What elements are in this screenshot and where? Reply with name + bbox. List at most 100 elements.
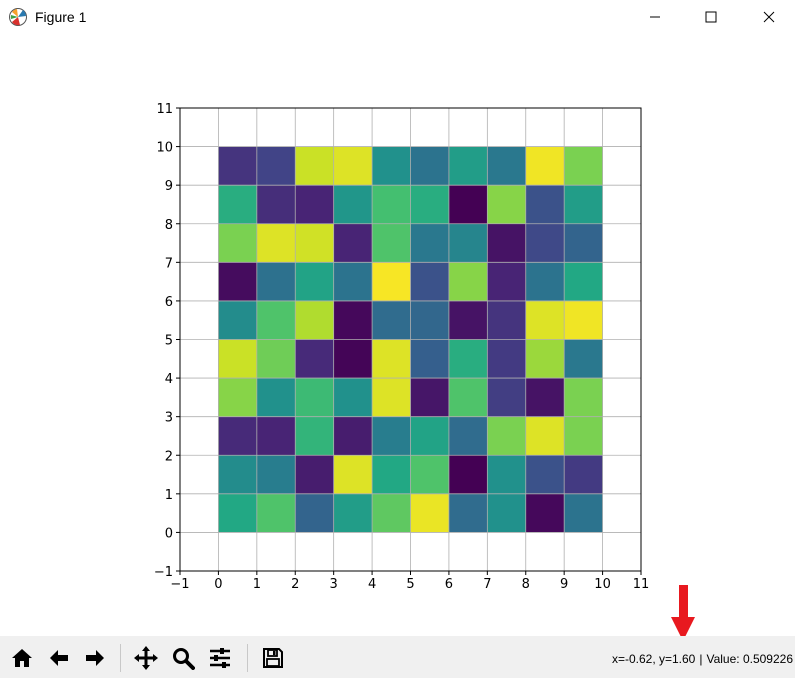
heatmap-cell xyxy=(256,493,296,533)
heatmap-cell xyxy=(564,493,603,533)
home-button[interactable] xyxy=(6,642,38,674)
heatmap-cell xyxy=(372,185,411,224)
save-button[interactable] xyxy=(257,642,289,674)
close-button[interactable] xyxy=(746,0,792,34)
heatmap-cell xyxy=(256,262,296,301)
heatmap-cell xyxy=(487,493,526,533)
heatmap-cell xyxy=(372,493,411,533)
heatmap-cell xyxy=(448,455,488,494)
heatmap-cell xyxy=(564,223,603,263)
y-tick-label: 10 xyxy=(156,141,173,156)
x-tick-label: 4 xyxy=(368,577,376,592)
heatmap-cell xyxy=(410,416,449,456)
heatmap-cell xyxy=(333,223,373,263)
heatmap-cell xyxy=(448,300,488,340)
heatmap-cell xyxy=(256,300,296,340)
heatmap-cell xyxy=(372,416,411,456)
heatmap-chart[interactable]: −1 0 1 2 3 4 5 6 7 8 9 10 11 −1 0 1 2 3 4 5 6 7 8 9 10 11 xyxy=(0,34,795,636)
heatmap-cell xyxy=(487,339,526,379)
heatmap-cell xyxy=(295,378,334,417)
y-tick-label: 0 xyxy=(165,526,173,541)
heatmap-cell xyxy=(295,262,334,301)
heatmap-cell xyxy=(410,378,449,417)
heatmap-cell xyxy=(448,262,488,301)
heatmap-cell xyxy=(256,416,296,456)
heatmap-cell xyxy=(410,455,449,494)
heatmap-cell xyxy=(564,416,603,456)
x-tick-label: 11 xyxy=(633,577,650,592)
heatmap-cell xyxy=(448,146,488,186)
heatmap-cell xyxy=(218,493,257,533)
heatmap-cell xyxy=(525,493,565,533)
configure-subplots-icon xyxy=(210,648,230,668)
matplotlib-icon xyxy=(9,8,27,26)
y-tick-label: 5 xyxy=(165,334,173,349)
heatmap-cell xyxy=(487,455,526,494)
heatmap-cell xyxy=(525,262,565,301)
heatmap-cell xyxy=(410,300,449,340)
heatmap-cell xyxy=(525,223,565,263)
y-tick-label: 7 xyxy=(165,256,173,271)
x-tick-label: 6 xyxy=(445,577,453,592)
heatmap-cell xyxy=(410,146,449,186)
heatmap-cell xyxy=(525,416,565,456)
heatmap-cell xyxy=(218,416,257,456)
maximize-button[interactable] xyxy=(688,0,734,34)
maximize-icon xyxy=(705,11,717,23)
pan-button[interactable] xyxy=(130,642,162,674)
red-arrow-annotation xyxy=(671,585,695,641)
x-tick-label: 0 xyxy=(214,577,222,592)
heatmap-cell xyxy=(564,455,603,494)
navigation-toolbar: x=-0.62, y=1.60 | Value: 0.509226 xyxy=(0,636,795,678)
heatmap-cell xyxy=(487,416,526,456)
save-icon xyxy=(263,648,283,668)
x-tick-label: 5 xyxy=(406,577,414,592)
back-button[interactable] xyxy=(43,642,75,674)
close-icon xyxy=(763,11,775,23)
y-tick-label: −1 xyxy=(154,565,173,580)
heatmap-cell xyxy=(295,185,334,224)
heatmap-cell xyxy=(448,416,488,456)
figure-canvas[interactable]: −1 0 1 2 3 4 5 6 7 8 9 10 11 −1 0 1 2 3 4 5 6 7 8 9 10 11 xyxy=(0,34,795,636)
status-readout: x=-0.62, y=1.60 | Value: 0.509226 xyxy=(612,652,793,666)
heatmap-cell xyxy=(333,493,373,533)
heatmap-cell xyxy=(295,223,334,263)
heatmap-cell xyxy=(372,455,411,494)
heatmap-cell xyxy=(372,223,411,263)
heatmap-cell xyxy=(410,185,449,224)
configure-subplots-button[interactable] xyxy=(204,642,236,674)
title-bar: Figure 1 xyxy=(0,0,795,34)
heatmap-cell xyxy=(487,223,526,263)
zoom-button[interactable] xyxy=(167,642,199,674)
heatmap-cell xyxy=(372,300,411,340)
heatmap-cell xyxy=(410,262,449,301)
forward-button[interactable] xyxy=(79,642,111,674)
y-tick-label: 11 xyxy=(156,102,173,117)
heatmap-cell xyxy=(256,378,296,417)
status-separator: | xyxy=(699,652,703,666)
heatmap-cell xyxy=(487,146,526,186)
heatmap-cell xyxy=(295,146,334,186)
window-title: Figure 1 xyxy=(35,9,87,25)
heatmap-cell xyxy=(372,262,411,301)
heatmap-cell xyxy=(333,416,373,456)
heatmap-cell xyxy=(256,455,296,494)
y-tick-label: 2 xyxy=(165,449,173,464)
cursor-coordinates: x=-0.62, y=1.60 xyxy=(611,652,696,666)
heatmap-cell xyxy=(487,300,526,340)
heatmap-cell xyxy=(256,223,296,263)
x-tick-label: 9 xyxy=(560,577,568,592)
y-tick-label: 3 xyxy=(165,411,173,426)
heatmap-cell xyxy=(525,185,565,224)
heatmap-cell xyxy=(564,339,603,379)
heatmap-cell xyxy=(487,378,526,417)
heatmap-cell xyxy=(564,378,603,417)
heatmap-cell xyxy=(564,185,603,224)
minimize-button[interactable] xyxy=(632,0,678,34)
heatmap-cell xyxy=(295,455,334,494)
heatmap-cell xyxy=(372,146,411,186)
heatmap-cell xyxy=(295,300,334,340)
heatmap-cell xyxy=(333,378,373,417)
heatmap-cell xyxy=(525,378,565,417)
heatmap-cell xyxy=(564,262,603,301)
